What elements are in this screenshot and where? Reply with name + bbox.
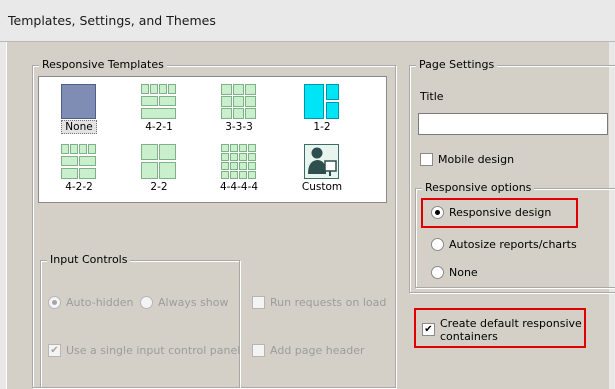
template-label: None [61,120,97,134]
mobile-design-label: Mobile design [438,153,515,166]
template-label: 3-3-3 [225,121,253,133]
single-panel-checkbox[interactable]: Use a single input control panel [48,344,240,357]
template-label: 4-4-4-4 [219,181,259,193]
template-label: 4-2-1 [145,121,173,133]
template-label: Custom [301,181,343,193]
template-1-2[interactable]: 1-2 [289,81,355,139]
highlight-box-responsive-design [421,198,578,228]
autosize-label: Autosize reports/charts [449,238,577,251]
template-label: 1-2 [313,121,331,133]
template-label: 2-2 [150,181,168,193]
always-show-radio[interactable]: Always show [140,296,229,309]
checkmark-icon [48,344,61,357]
grid-4-4-4-4-icon [221,144,256,179]
checkbox-indicator [420,153,433,166]
template-3-3-3[interactable]: 3-3-3 [206,81,272,139]
dialog-title-bar: Templates, Settings, and Themes [0,0,615,42]
mobile-design-checkbox[interactable]: Mobile design [420,153,514,166]
page-header-checkbox[interactable]: Add page header [252,344,365,357]
page-settings-legend: Page Settings [416,58,498,71]
template-gallery: None 4-2-1 3-3-3 1-2 4-2-2 2-2 4-4-4-4 C… [38,76,387,203]
template-label: 4-2-2 [65,181,93,193]
grid-4-2-1-icon [141,84,176,119]
template-custom[interactable]: Custom [289,141,355,199]
highlight-box-default-containers [414,308,586,348]
dialog-title: Templates, Settings, and Themes [8,13,216,28]
template-4-4-4-4[interactable]: 4-4-4-4 [206,141,272,199]
custom-user-icon [304,144,339,179]
always-show-label: Always show [158,296,229,309]
dialog-window: Templates, Settings, and Themes Responsi… [0,0,615,389]
radio-indicator [431,238,444,251]
page-header-label: Add page header [270,344,365,357]
radio-indicator [140,296,153,309]
radio-indicator [431,266,444,279]
template-none[interactable]: None [46,81,112,139]
title-label: Title [420,90,444,103]
template-4-2-2[interactable]: 4-2-2 [46,141,112,199]
checkbox-indicator [252,296,265,309]
single-panel-label: Use a single input control panel [66,344,241,357]
run-requests-checkbox[interactable]: Run requests on load [252,296,386,309]
grid-2-2-icon [141,144,176,179]
grid-4-2-2-icon [61,144,96,179]
radio-indicator [48,296,61,309]
run-requests-label: Run requests on load [270,296,387,309]
grid-1-2-icon [304,84,339,119]
page-settings-group: Page Settings Title Mobile design Respon… [409,58,615,293]
responsive-options-legend: Responsive options [422,181,535,194]
none-option-label: None [449,266,478,279]
title-input[interactable] [418,113,608,135]
none-radio[interactable]: None [431,266,478,279]
grid-3-3-3-icon [221,84,256,119]
blank-layout-icon [61,84,96,119]
auto-hidden-radio[interactable]: Auto-hidden [48,296,133,309]
autosize-radio[interactable]: Autosize reports/charts [431,238,577,251]
input-controls-group: Input Controls [40,253,240,388]
responsive-templates-legend: Responsive Templates [39,58,167,71]
checkbox-indicator [252,344,265,357]
auto-hidden-label: Auto-hidden [66,296,134,309]
template-2-2[interactable]: 2-2 [126,141,192,199]
input-controls-legend: Input Controls [47,253,131,266]
template-4-2-1[interactable]: 4-2-1 [126,81,192,139]
